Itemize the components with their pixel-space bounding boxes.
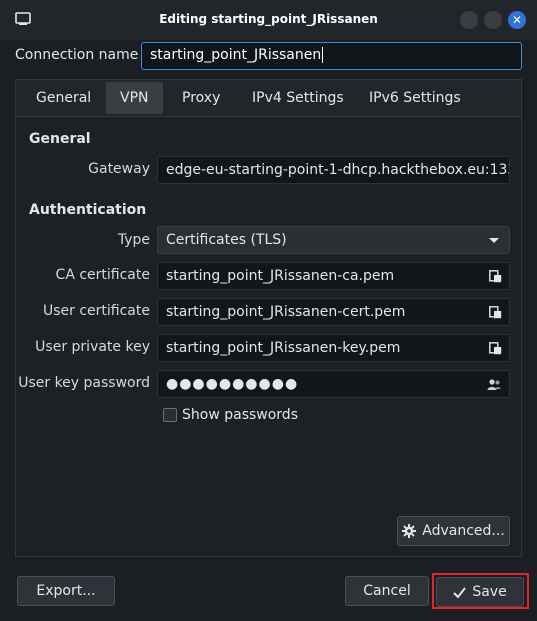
- advanced-button[interactable]: Advanced...: [397, 516, 510, 546]
- tab-ipv4-settings[interactable]: IPv4 Settings: [238, 82, 358, 114]
- cancel-button[interactable]: Cancel: [345, 576, 429, 606]
- connection-name-label: Connection name: [15, 47, 139, 63]
- export-button-label: Export...: [36, 583, 96, 599]
- document-open-icon[interactable]: [489, 306, 502, 319]
- ca-certificate-value: starting_point_JRissanen-ca.pem: [166, 268, 395, 284]
- user-private-key-label: User private key: [35, 339, 150, 355]
- user-icon[interactable]: [487, 378, 501, 391]
- minimize-button[interactable]: [460, 11, 478, 29]
- user-certificate-label: User certificate: [42, 303, 150, 319]
- chevron-down-icon: [489, 238, 499, 243]
- text-caret: [322, 47, 324, 63]
- user-private-key-value: starting_point_JRissanen-key.pem: [166, 340, 401, 356]
- tab-proxy[interactable]: Proxy: [168, 82, 234, 114]
- show-passwords-label: Show passwords: [182, 407, 298, 423]
- password-dots: ●●●●●●●●●●: [166, 376, 299, 392]
- user-key-password-label: User key password: [18, 375, 150, 391]
- export-button[interactable]: Export...: [17, 576, 115, 606]
- tab-ipv6-settings[interactable]: IPv6 Settings: [355, 82, 475, 114]
- maximize-button[interactable]: [484, 11, 502, 29]
- window-title: Editing starting_point_JRissanen: [159, 12, 378, 26]
- auth-type-value: Certificates (TLS): [166, 232, 287, 248]
- gear-icon: [402, 524, 417, 538]
- user-certificate-value: starting_point_JRissanen-cert.pem: [166, 304, 406, 320]
- gateway-input[interactable]: edge-eu-starting-point-1-dhcp.hackthebox…: [157, 156, 510, 184]
- tab-vpn[interactable]: VPN: [106, 82, 163, 114]
- type-label: Type: [117, 232, 150, 248]
- user-key-password-input[interactable]: ●●●●●●●●●●: [157, 370, 510, 398]
- gateway-label: Gateway: [88, 161, 150, 177]
- user-certificate-input[interactable]: starting_point_JRissanen-cert.pem: [157, 298, 510, 326]
- ca-certificate-label: CA certificate: [55, 267, 150, 283]
- connection-name-value: starting_point_JRissanen: [150, 47, 322, 63]
- authentication-section-title: Authentication: [29, 202, 147, 218]
- cancel-button-label: Cancel: [363, 583, 411, 599]
- save-highlight-box: [432, 573, 529, 609]
- close-button[interactable]: ✕: [508, 11, 526, 29]
- document-open-icon[interactable]: [489, 342, 502, 355]
- connection-name-input[interactable]: starting_point_JRissanen: [141, 42, 522, 70]
- user-private-key-input[interactable]: starting_point_JRissanen-key.pem: [157, 334, 510, 362]
- document-open-icon[interactable]: [489, 270, 502, 283]
- title-bar: Editing starting_point_JRissanen ✕: [0, 0, 537, 40]
- advanced-button-label: Advanced...: [422, 523, 505, 539]
- auth-type-dropdown[interactable]: Certificates (TLS): [157, 226, 510, 254]
- general-section-title: General: [29, 131, 91, 147]
- close-icon: ✕: [511, 13, 523, 27]
- settings-notebook: General VPN Proxy IPv4 Settings IPv6 Set…: [15, 79, 522, 557]
- show-passwords-checkbox[interactable]: [163, 408, 177, 422]
- ca-certificate-input[interactable]: starting_point_JRissanen-ca.pem: [157, 262, 510, 290]
- tab-bar: General VPN Proxy IPv4 Settings IPv6 Set…: [16, 80, 521, 117]
- tab-general[interactable]: General: [22, 82, 105, 114]
